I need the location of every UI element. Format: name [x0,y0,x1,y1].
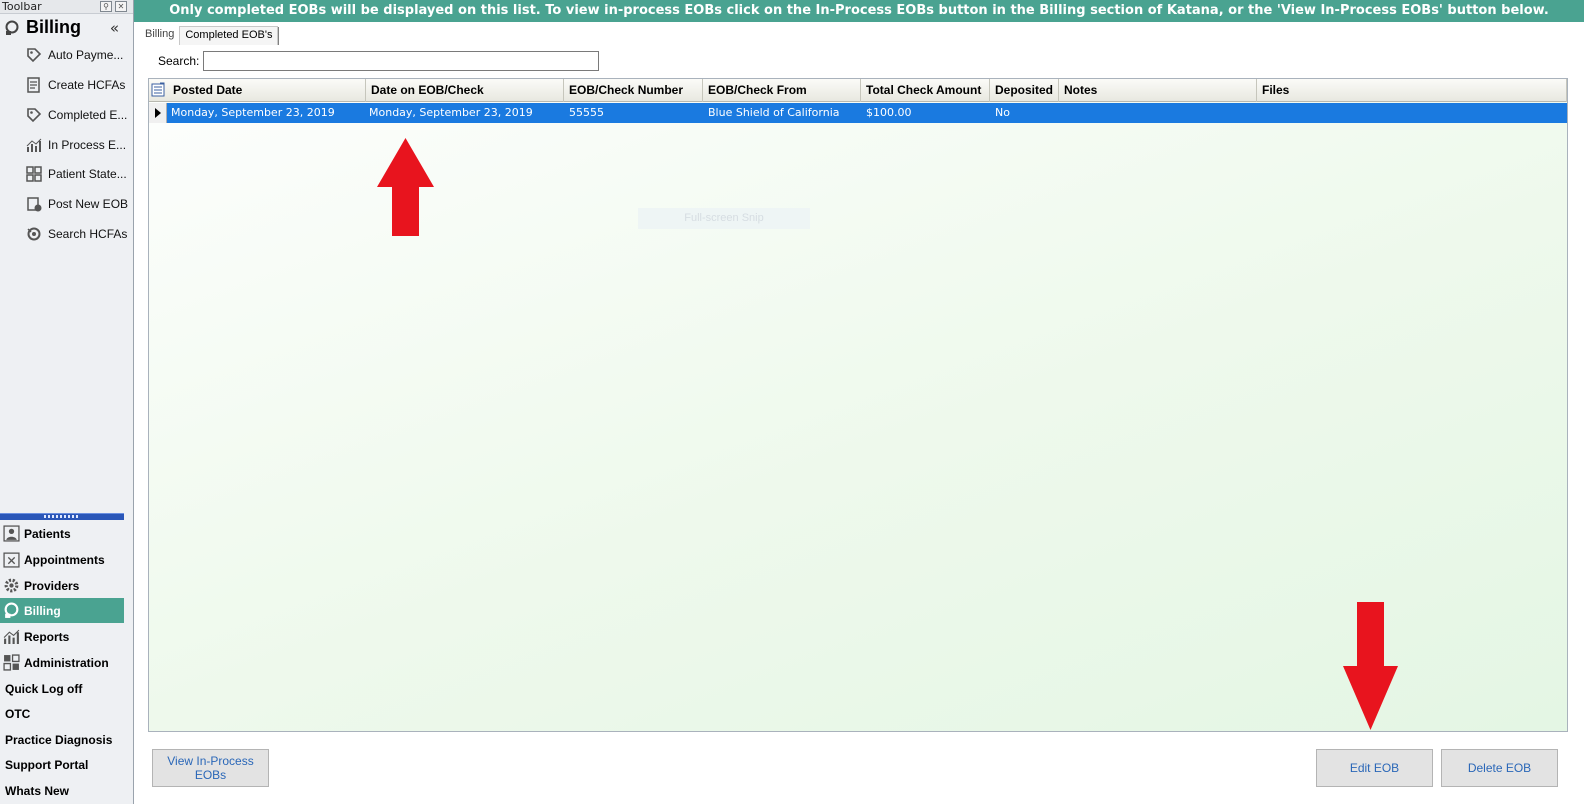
up-arrow-annotation-icon [377,138,434,236]
toolbar-item-label: Auto Payme... [48,48,124,62]
column-header-check-from[interactable]: EOB/Check From [703,79,861,102]
nav-item-whats-new[interactable]: Whats New [0,778,124,803]
search-input[interactable] [203,51,599,71]
delete-eob-button[interactable]: Delete EOB [1441,749,1558,787]
view-in-process-eobs-button[interactable]: View In-Process EOBs [152,749,269,787]
nav-item-practice-diagnosis[interactable]: Practice Diagnosis [0,727,124,752]
post-icon [27,197,42,212]
tag-icon [27,48,42,63]
admin-icon [3,654,20,671]
nav-item-label: Reports [24,629,70,644]
column-header-total-amount[interactable]: Total Check Amount [861,79,990,102]
cell-posted-date: Monday, September 23, 2019 [171,106,335,119]
cell-total-amount: $100.00 [866,106,912,119]
search-label: Search: [158,54,200,68]
down-arrow-annotation-icon [1343,602,1398,730]
nav-item-label: OTC [5,706,31,721]
toolbar-caption-text: Toolbar [2,0,42,13]
column-header-notes[interactable]: Notes [1059,79,1257,102]
nav-item-administration[interactable]: Administration [0,650,124,675]
grid-icon [26,166,42,182]
nav-item-billing[interactable]: Billing [0,598,124,623]
nav-item-label: Practice Diagnosis [5,732,113,747]
toolbar-item-create-hcfas[interactable]: Create HCFAs [26,74,130,96]
reports-icon [3,629,20,644]
nav-item-label: Patients [24,526,71,541]
tab-strip: Billing Completed EOB's [140,25,280,45]
form-icon [27,77,40,93]
cell-files [1257,103,1567,123]
cell-date-on-eob: Monday, September 23, 2019 [369,106,533,119]
patients-icon [3,525,20,542]
column-chooser-icon[interactable] [151,82,166,98]
tag-icon [27,108,42,123]
cell-notes [1059,103,1257,123]
nav-item-support-portal[interactable]: Support Portal [0,752,124,777]
toolbar-item-post-new-eob[interactable]: Post New EOB [26,193,130,215]
table-row[interactable]: Monday, September 23, 2019 Monday, Septe… [149,103,1567,123]
close-icon[interactable]: ✕ [115,1,127,12]
nav-item-label: Whats New [5,783,70,798]
nav-item-reports[interactable]: Reports [0,624,124,649]
toolbar-item-label: In Process E... [48,138,127,152]
cell-deposited: No [995,106,1010,119]
calendar-icon [3,552,20,568]
cell-check-number: 55555 [569,106,604,119]
nav-item-label: Providers [24,578,80,593]
tab-completed-eobs[interactable]: Completed EOB's [179,26,279,45]
toolbar-title: Billing [26,17,81,37]
tab-separator [278,27,280,45]
column-header-posted-date[interactable]: Posted Date [168,79,366,102]
cell-check-from: Blue Shield of California [708,106,840,119]
row-indicator-icon [149,103,167,123]
chart-icon [26,138,42,152]
snip-overlay-label: Full-screen Snip [638,208,810,229]
toolbar-item-auto-payments[interactable]: Auto Payme... [26,44,130,66]
info-banner: Only completed EOBs will be displayed on… [134,0,1584,22]
toolbar-header: Billing « [0,14,133,44]
nav-item-patients[interactable]: Patients [0,521,124,546]
collapse-icon[interactable]: « [110,19,119,37]
billing-icon [4,602,19,618]
gear-icon [4,578,19,593]
nav-item-providers[interactable]: Providers [0,573,124,598]
toolbar-panel: Toolbar ⚲ ✕ Billing « Auto Payme... Crea… [0,0,134,804]
nav-item-label: Support Portal [5,757,89,772]
nav-item-otc[interactable]: OTC [0,701,124,726]
toolbar-item-label: Patient State... [48,167,127,181]
billing-icon [5,20,19,35]
toolbar-item-label: Completed E... [48,108,128,122]
edit-eob-button[interactable]: Edit EOB [1316,749,1433,787]
nav-item-label: Appointments [24,552,105,567]
tab-billing[interactable]: Billing [140,26,179,45]
toolbar-item-label: Post New EOB [48,197,129,211]
toolbar-splitter[interactable] [0,513,124,520]
nav-item-label: Administration [24,655,109,670]
toolbar-item-in-process-eobs[interactable]: In Process E... [26,134,130,156]
toolbar-item-search-hcfas[interactable]: Search HCFAs [26,223,130,245]
toolbar-item-label: Create HCFAs [48,78,126,92]
toolbar-item-completed-eobs[interactable]: Completed E... [26,104,130,126]
grid-header: Posted Date Date on EOB/Check EOB/Check … [149,79,1567,102]
pin-icon[interactable]: ⚲ [100,1,112,12]
search-form-icon [27,227,41,241]
nav-item-quick-log-off[interactable]: Quick Log off [0,676,124,701]
column-header-deposited[interactable]: Deposited [990,79,1059,102]
toolbar-caption: Toolbar ⚲ ✕ [0,0,133,14]
toolbar-item-patient-statements[interactable]: Patient State... [26,163,130,185]
column-header-files[interactable]: Files [1257,79,1567,102]
column-header-check-number[interactable]: EOB/Check Number [564,79,703,102]
nav-item-label: Quick Log off [5,681,83,696]
nav-item-appointments[interactable]: Appointments [0,547,124,572]
column-header-date-on-eob[interactable]: Date on EOB/Check [366,79,564,102]
splitter-grip-icon [44,515,80,518]
nav-item-label: Billing [24,603,61,618]
toolbar-item-label: Search HCFAs [48,227,128,241]
